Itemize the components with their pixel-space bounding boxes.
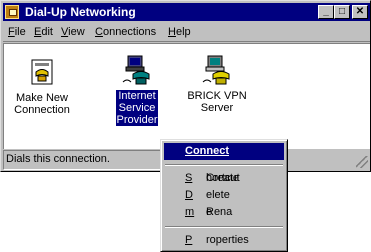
menu-delete[interactable]: Delete: [164, 187, 284, 204]
menu-connections[interactable]: Connections: [95, 26, 156, 38]
menu-help[interactable]: Help: [168, 26, 191, 38]
brick-vpn-server-item[interactable]: BRICK VPN Server: [177, 54, 257, 114]
resize-grip[interactable]: [356, 156, 368, 168]
new-connection-icon: [26, 56, 58, 88]
dialup-folder-icon: [5, 5, 19, 19]
menu-bar: File Edit View Connections Help: [3, 23, 370, 42]
status-text: Dials this connection.: [6, 153, 110, 165]
menu-file[interactable]: File: [8, 26, 26, 38]
menu-view[interactable]: View: [61, 26, 85, 38]
connections-list[interactable]: Make New Connection Internet Service Provid…: [3, 43, 370, 149]
dialup-connection-icon: [201, 54, 233, 86]
title-bar[interactable]: Dial-Up Networking _ □ ✕: [3, 3, 370, 21]
menu-edit[interactable]: Edit: [34, 26, 53, 38]
menu-properties[interactable]: Properties: [164, 232, 284, 249]
make-new-connection-item[interactable]: Make New Connection: [2, 56, 82, 116]
menu-separator: [165, 226, 283, 228]
menu-connect[interactable]: Connect: [164, 143, 284, 160]
menu-separator: [165, 164, 283, 166]
context-menu: Connect Create Shortcut Delete Rena m e Pr…: [160, 139, 288, 252]
dialup-connection-icon: [121, 54, 153, 86]
close-button[interactable]: ✕: [352, 5, 368, 19]
internet-service-provider-item[interactable]: Internet Service Provider: [97, 54, 177, 126]
window-title: Dial-Up Networking: [25, 5, 136, 19]
minimize-button[interactable]: _: [318, 5, 334, 19]
maximize-button[interactable]: □: [334, 5, 350, 19]
menu-create-shortcut[interactable]: Create Shortcut: [164, 170, 284, 187]
menu-rename[interactable]: Rena m e: [164, 204, 284, 221]
